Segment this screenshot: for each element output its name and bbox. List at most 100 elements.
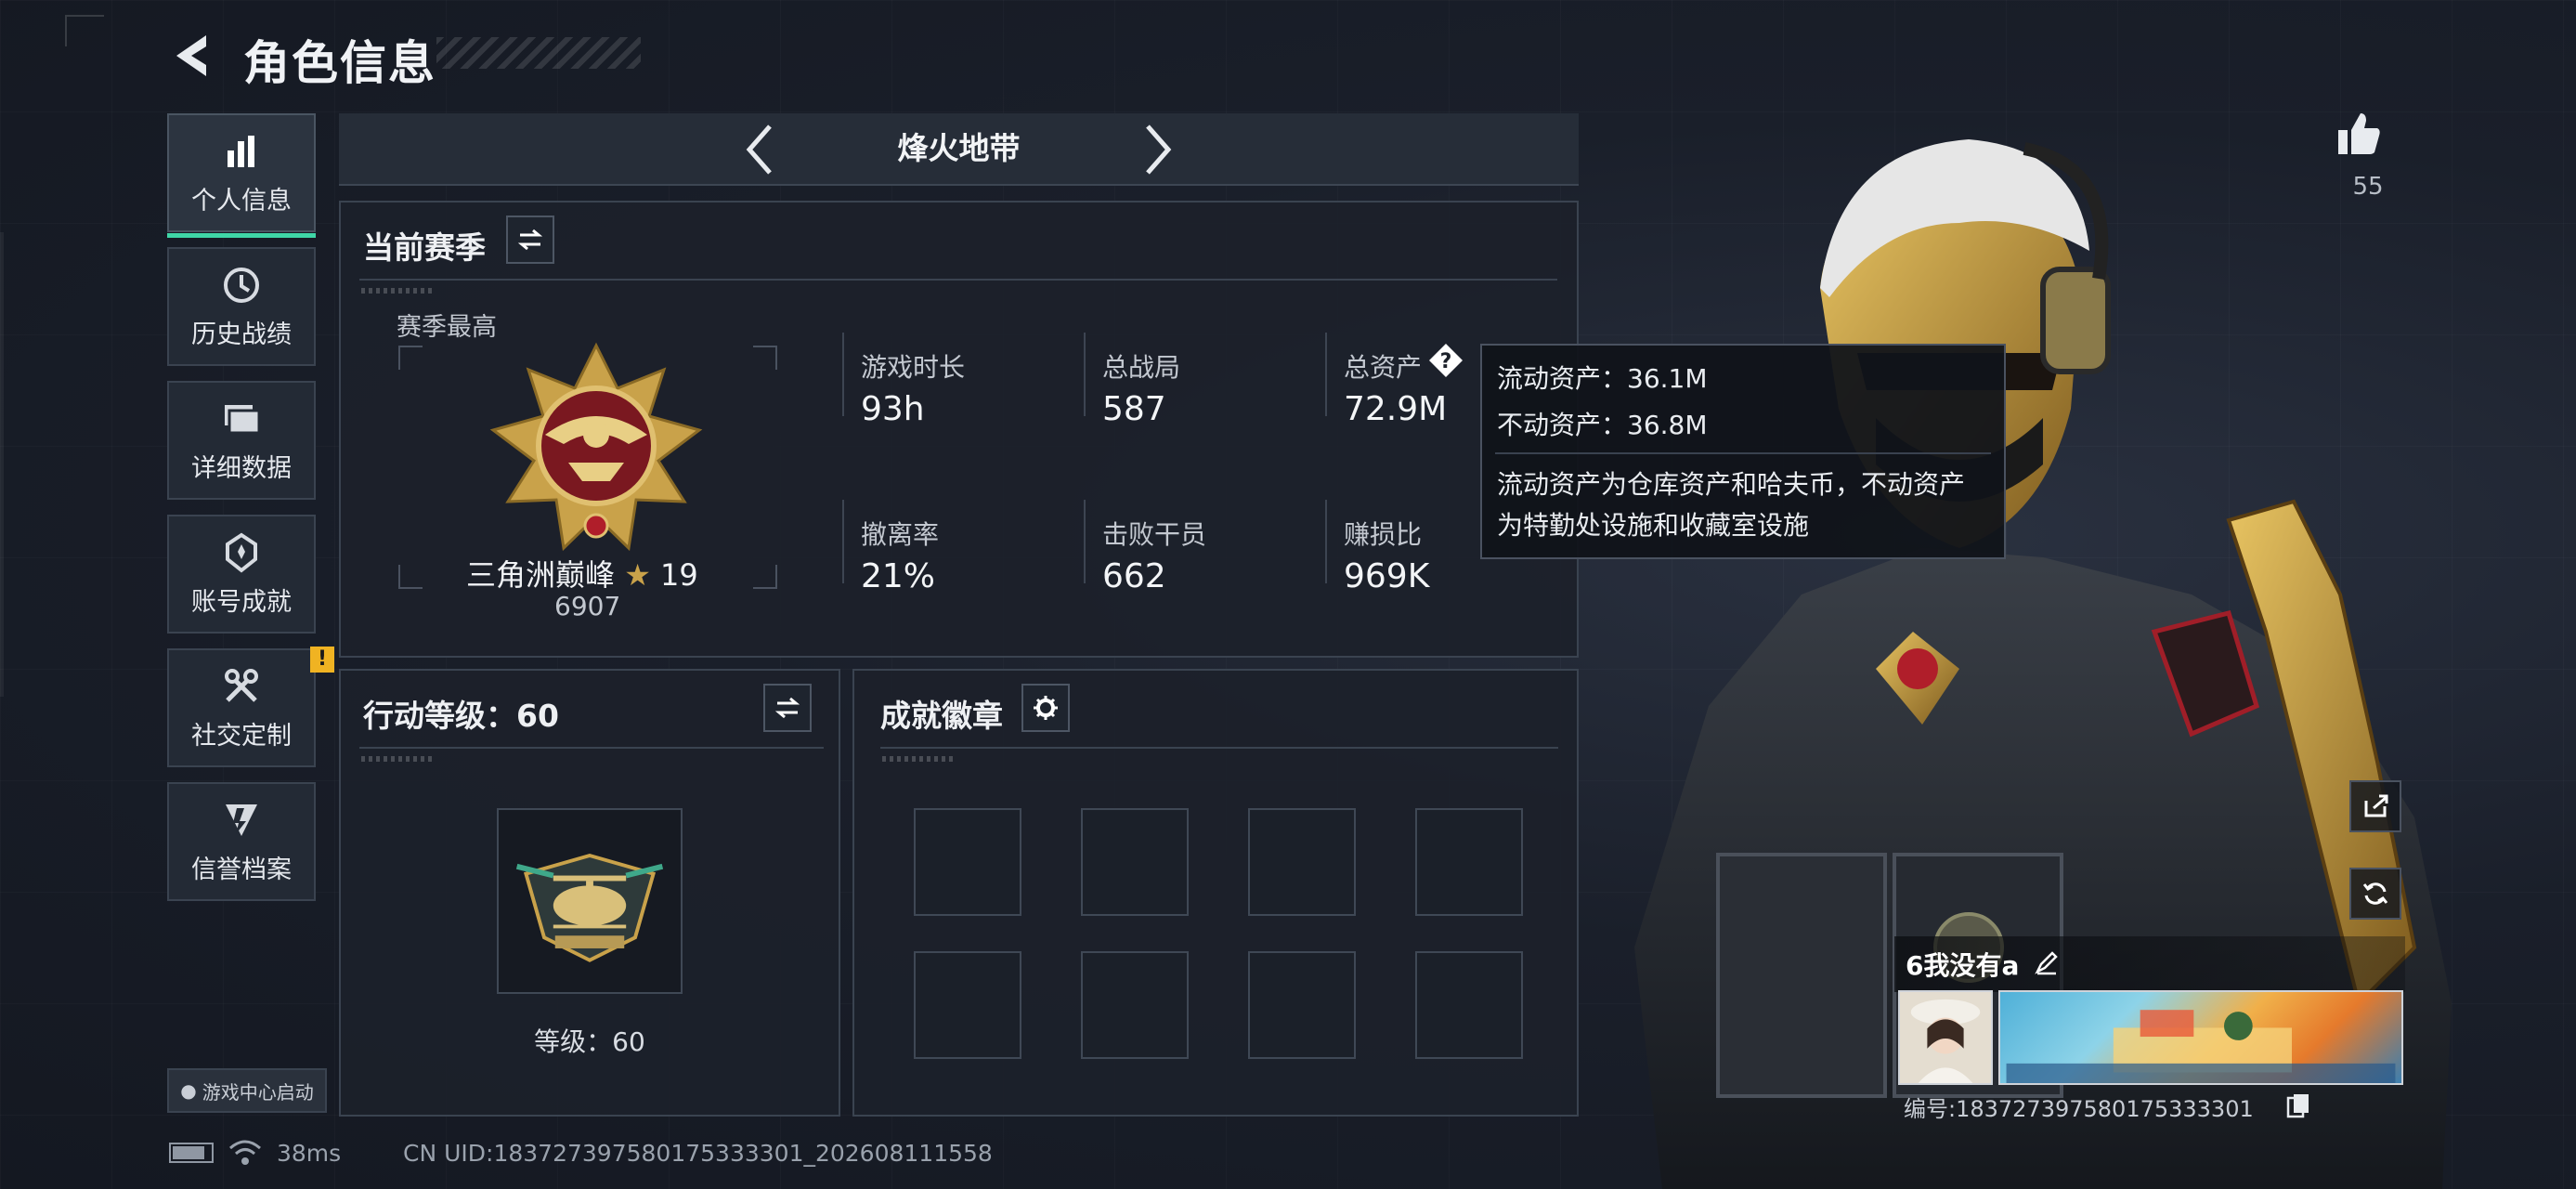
- sidebar-item-history[interactable]: 历史战绩: [167, 247, 316, 366]
- stat-separator: [842, 333, 844, 416]
- corner-decoration: [65, 15, 104, 46]
- thumbs-up-icon: [2338, 113, 2380, 154]
- sidebar-item-social-custom[interactable]: 社交定制 !: [167, 647, 334, 767]
- total-assets-help-button[interactable]: ?: [1427, 342, 1464, 379]
- action-level-panel: 行动等级：60 等级：60: [339, 669, 840, 1117]
- player-banner[interactable]: [1998, 990, 2403, 1085]
- stat-separator: [1084, 333, 1086, 416]
- chevron-right-icon: [1146, 124, 1172, 175]
- stat-separator: [1325, 333, 1327, 416]
- divider: [880, 747, 1558, 749]
- stat-value: 587: [1102, 390, 1166, 428]
- star-icon: ★: [624, 557, 651, 593]
- avatar[interactable]: [1898, 990, 1993, 1085]
- banner-artwork-icon: [2006, 1010, 2396, 1083]
- stat-label: 总资产: [1344, 352, 1423, 383]
- folder-icon: [225, 404, 261, 434]
- frame-corner: [753, 565, 777, 589]
- action-level-title: 行动等级：60: [363, 698, 559, 734]
- badge-slot[interactable]: [1248, 951, 1356, 1059]
- like-count: 55: [2352, 173, 2384, 201]
- player-name: 6我没有a: [1906, 950, 2020, 981]
- pencil-icon: [2035, 951, 2058, 975]
- rank-emblem-icon: [489, 342, 703, 552]
- gear-icon: [1034, 696, 1058, 720]
- frame-line: [0, 232, 4, 697]
- badge-slot[interactable]: [914, 951, 1021, 1059]
- game-center-label: 游戏中心启动: [202, 1080, 314, 1104]
- sidebar-item-label: 个人信息: [191, 186, 292, 216]
- helicopter-emblem-icon: [515, 853, 664, 962]
- action-level-switch-button[interactable]: [763, 684, 812, 732]
- share-button[interactable]: [2349, 780, 2401, 832]
- stat-separator: [1325, 500, 1327, 583]
- swap-icon: [517, 229, 543, 251]
- achievement-badges-panel: 成就徽章: [852, 669, 1579, 1117]
- stat-separator: [842, 500, 844, 583]
- badge-slot[interactable]: [1081, 808, 1189, 916]
- edit-name-button[interactable]: [2034, 949, 2060, 975]
- ping-text: 38ms: [277, 1140, 342, 1167]
- total-assets-tooltip: 流动资产：36.1M 不动资产：36.8M 流动资产为仓库资产和哈夫币，不动资产…: [1480, 344, 2006, 559]
- like-button[interactable]: [2333, 108, 2385, 160]
- badge-slot[interactable]: [914, 808, 1021, 916]
- sidebar-item-achievements[interactable]: 账号成就: [167, 515, 316, 634]
- stat-value: 72.9M: [1344, 390, 1448, 428]
- sidebar-item-label: 信誉档案: [191, 855, 292, 884]
- wifi-icon: [229, 1140, 261, 1165]
- stat-label: 击败干员: [1102, 519, 1207, 550]
- hatch-decoration: [361, 288, 436, 294]
- game-center-launch-button[interactable]: ● 游戏中心启动: [167, 1068, 327, 1113]
- trophy-icon: [226, 532, 257, 573]
- share-icon: [2364, 794, 2388, 817]
- copy-id-button[interactable]: [2286, 1092, 2310, 1118]
- rank-score: 6907: [554, 591, 621, 621]
- avatar-portrait-icon: [1900, 992, 1991, 1083]
- season-panel: 当前赛季 赛季最高 三角洲巅峰 ★ 19 6907 游戏时长 93h 总战局 5…: [339, 201, 1579, 658]
- frame-corner: [398, 565, 423, 589]
- sidebar-item-label: 账号成就: [191, 587, 292, 617]
- sidebar-item-label: 详细数据: [191, 453, 292, 483]
- refresh-button[interactable]: [2349, 868, 2401, 920]
- season-title: 当前赛季: [363, 229, 486, 266]
- tooltip-description-line2: 为特勤处设施和收藏室设施: [1497, 510, 1810, 541]
- sidebar-item-detailed-data[interactable]: 详细数据: [167, 381, 316, 500]
- shield-icon: [226, 804, 257, 836]
- stat-value: 969K: [1344, 557, 1430, 595]
- chevron-left-icon: [746, 124, 772, 175]
- rank-name-row: 三角洲巅峰 ★ 19: [466, 552, 698, 594]
- sidebar-item-credit-file[interactable]: 信誉档案: [167, 782, 316, 901]
- back-button[interactable]: [165, 28, 221, 84]
- badge-slot[interactable]: [1248, 808, 1356, 916]
- sidebar-item-personal-info[interactable]: 个人信息: [167, 113, 316, 238]
- tools-icon: [225, 668, 258, 702]
- rank-name: 三角洲巅峰: [466, 557, 616, 593]
- tooltip-description-line1: 流动资产为仓库资产和哈夫币，不动资产: [1497, 469, 1966, 500]
- stat-label: 总战局: [1102, 352, 1181, 383]
- mode-title: 烽火地带: [897, 130, 1021, 166]
- hatch-decoration: [361, 756, 436, 762]
- hatch-decoration: [882, 756, 956, 762]
- stat-separator: [1084, 500, 1086, 583]
- badge-slot[interactable]: [1081, 951, 1189, 1059]
- svg-text:?: ?: [1440, 350, 1452, 373]
- badge-slot[interactable]: [1415, 808, 1523, 916]
- uid-text: CN UID:183727397580175333301_20260811155…: [403, 1140, 993, 1167]
- mode-selector: 烽火地带: [339, 113, 1579, 186]
- frame-corner: [753, 346, 777, 370]
- tooltip-fixed-assets: 不动资产：36.8M: [1497, 410, 1708, 440]
- stat-label: 赚损比: [1344, 519, 1423, 550]
- copy-icon: [2286, 1094, 2309, 1118]
- season-switch-button[interactable]: [506, 216, 554, 264]
- back-arrow-icon: [176, 35, 206, 76]
- frame-corner: [398, 346, 423, 370]
- prev-mode-button[interactable]: [729, 117, 794, 182]
- title-hatch-decoration: [436, 37, 641, 69]
- stat-label: 游戏时长: [861, 352, 966, 383]
- stat-value: 93h: [861, 390, 925, 428]
- next-mode-button[interactable]: [1124, 117, 1189, 182]
- badges-settings-button[interactable]: [1021, 684, 1070, 732]
- badge-slot[interactable]: [1415, 951, 1523, 1059]
- sidebar-item-label: 社交定制: [191, 721, 292, 751]
- divider: [359, 747, 824, 749]
